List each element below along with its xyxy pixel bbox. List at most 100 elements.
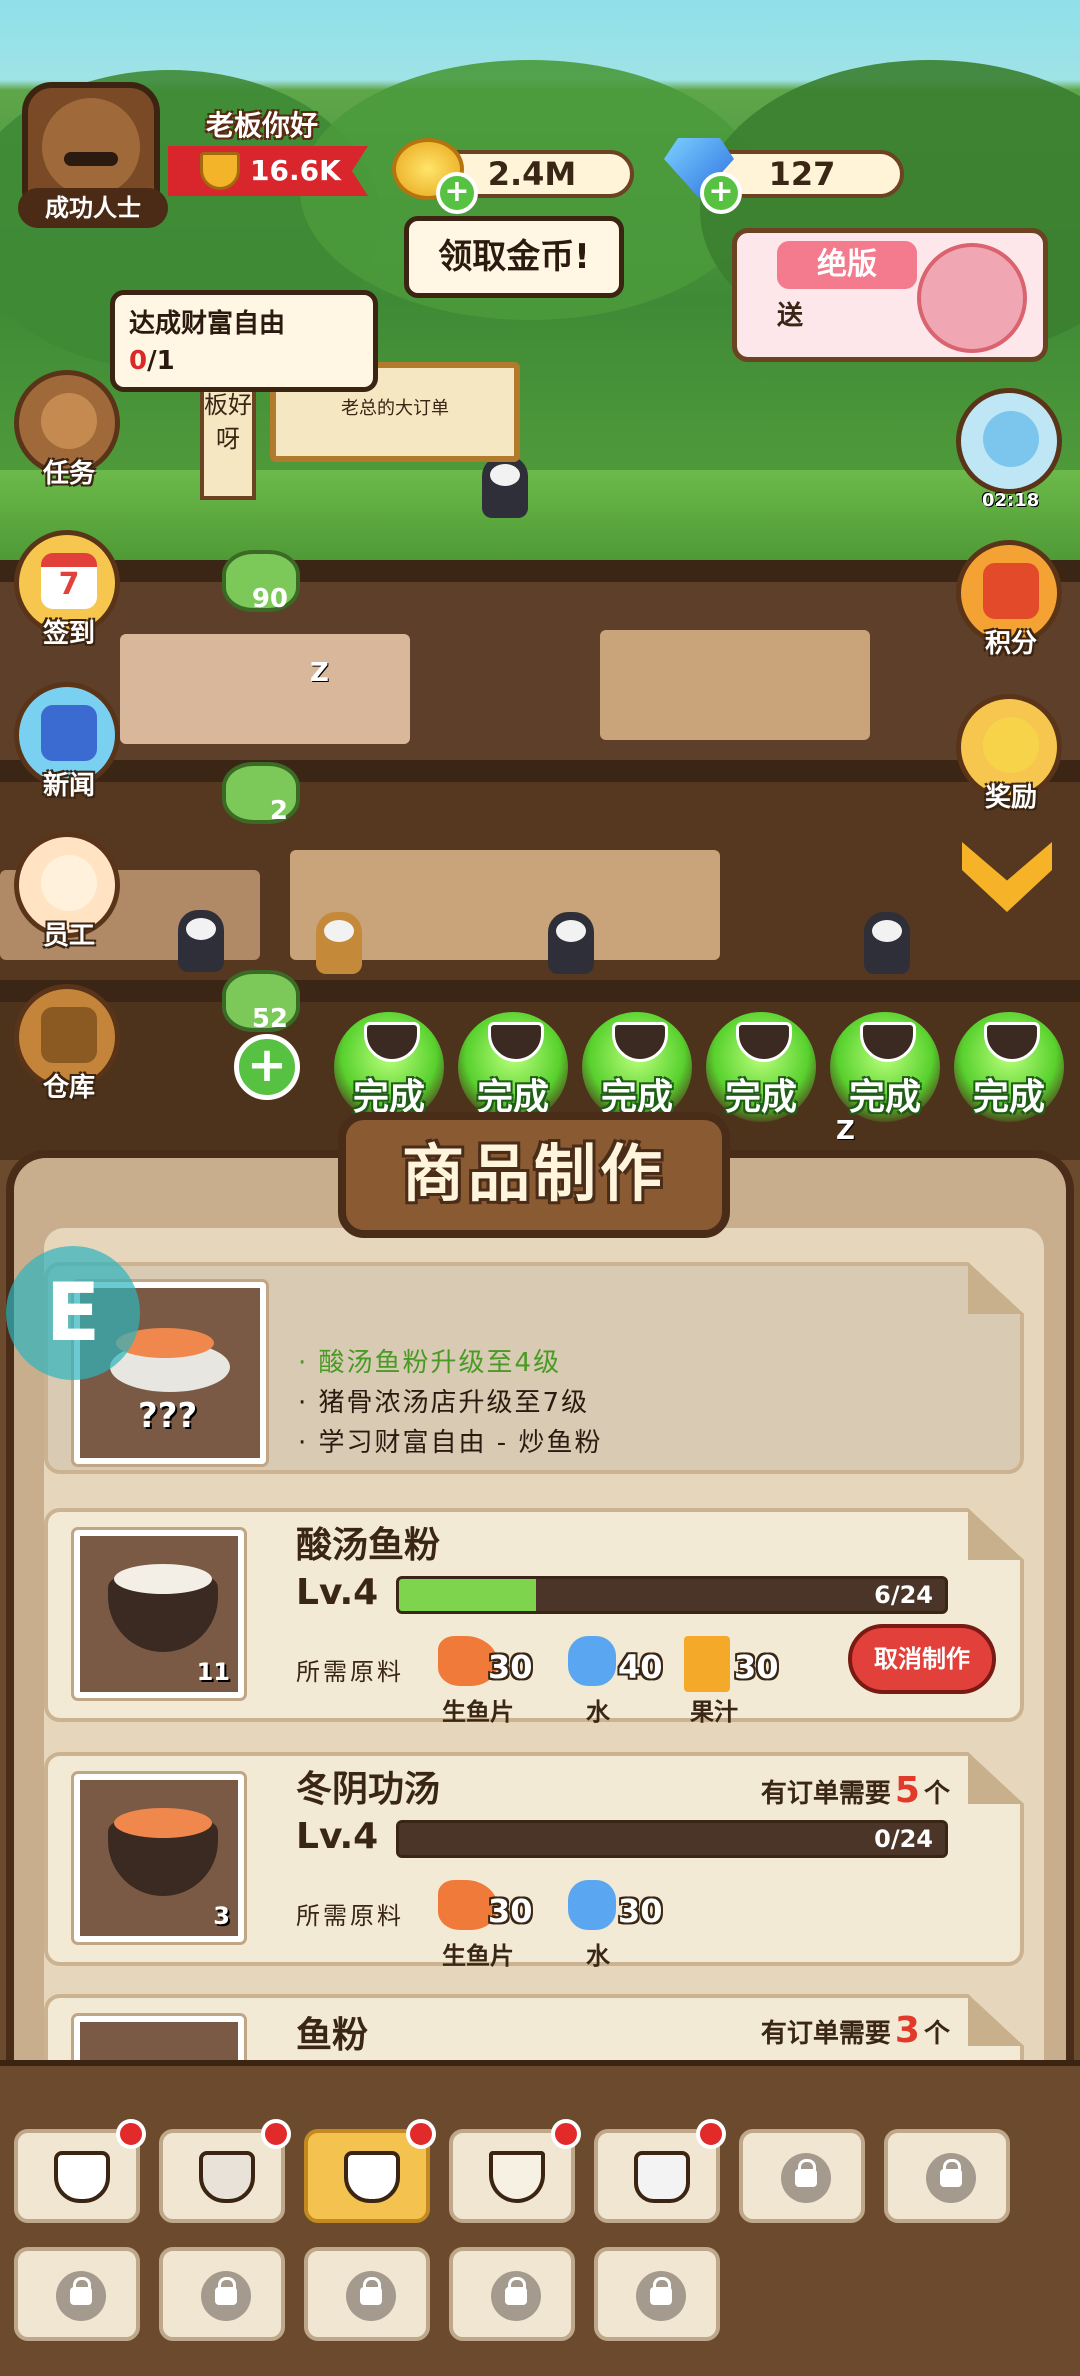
category-tab[interactable] — [594, 2119, 726, 2223]
crystal-ball-icon — [983, 411, 1039, 467]
complete-button[interactable]: 完成 — [830, 1012, 940, 1122]
ingredient-fish-slice: 30 生鱼片 — [438, 1632, 558, 1726]
recipe-name: 鱼粉 — [296, 2015, 369, 2056]
category-tab[interactable] — [739, 2129, 865, 2223]
shop-floor-1[interactable] — [0, 560, 1080, 760]
lock-icon — [346, 2271, 396, 2321]
water-bottle-icon — [568, 1880, 616, 1930]
sushi-icon — [199, 2151, 255, 2203]
complete-button[interactable]: 完成 — [334, 1012, 444, 1122]
notification-dot — [696, 2119, 726, 2149]
task-button[interactable]: 任务 — [14, 370, 120, 489]
quest-tooltip[interactable]: 达成财富自由 0/1 — [110, 290, 378, 392]
points-button[interactable]: 积分 — [956, 540, 1062, 659]
lock-icon — [926, 2153, 976, 2203]
noodle-bowl-icon — [736, 1022, 792, 1062]
category-tab[interactable] — [159, 2119, 291, 2223]
add-gems-button[interactable]: + — [700, 172, 742, 214]
staff-face-icon — [41, 855, 97, 911]
cancel-production-button[interactable]: 取消制作 — [848, 1624, 996, 1694]
ingredient-water: 30 水 — [568, 1876, 688, 1970]
category-tab[interactable] — [449, 2247, 575, 2341]
reward-button[interactable]: 奖励 — [956, 694, 1062, 813]
requirement-line: · 学习财富自由 - 炒鱼粉 — [298, 1428, 603, 1458]
collect-coins-button[interactable]: 领取金币! — [404, 216, 624, 298]
shop-floor-2[interactable] — [0, 760, 1080, 980]
dog-worker[interactable] — [316, 912, 362, 974]
progress-text: 0/24 — [874, 1825, 933, 1853]
category-tab[interactable] — [304, 2247, 430, 2341]
category-tab[interactable] — [449, 2119, 581, 2223]
recipe-progress-bar: 6/24 — [396, 1576, 948, 1614]
recipe-level: Lv.4 — [296, 1816, 379, 1857]
promo-send-label: 送 — [777, 301, 804, 331]
category-tab[interactable] — [884, 2129, 1010, 2223]
cat-worker[interactable] — [548, 912, 594, 974]
locked-recipe-card[interactable]: ??? · 酸汤鱼粉升级至4级 · 猪骨浓汤店升级至7级 · 学习财富自由 - … — [44, 1262, 1024, 1474]
order-requirement: 有订单需要 5 个 — [760, 1770, 950, 1811]
category-tab-bar — [0, 2060, 1080, 2376]
star-medal-icon — [983, 717, 1039, 773]
warehouse-button[interactable]: 仓库 — [14, 984, 120, 1103]
noodle-bowl-icon — [344, 2151, 400, 2203]
stock-count: 11 — [196, 1658, 230, 1686]
recipe-name: 冬阴功汤 — [296, 1769, 441, 1810]
count-bubble[interactable]: 52 — [222, 970, 300, 1034]
recipe-card[interactable]: 11 酸汤鱼粉 Lv.4 6/24 所需原料 30 生鱼片 40 水 30 果汁… — [44, 1508, 1024, 1726]
lock-icon — [56, 2271, 106, 2321]
warehouse-label: 仓库 — [42, 1073, 95, 1103]
category-tab[interactable] — [14, 2119, 146, 2223]
unknown-label: ??? — [138, 1396, 198, 1436]
recipe-name: 酸汤鱼粉 — [296, 1525, 441, 1566]
noodle-bowl-icon — [860, 1022, 916, 1062]
crystal-ball-button[interactable] — [956, 388, 1062, 494]
sleep-indicator: Z — [310, 658, 329, 688]
requirement-line: · 猪骨浓汤店升级至7级 — [298, 1388, 590, 1418]
recipe-card[interactable]: 3 冬阴功汤 有订单需要 5 个 Lv.4 0/24 所需原料 30 生鱼片 30 … — [44, 1752, 1024, 1970]
cat-worker[interactable] — [864, 912, 910, 974]
noodle-bowl-icon — [984, 1022, 1040, 1062]
count-bubble[interactable]: 2 — [222, 762, 300, 826]
category-tab[interactable] — [159, 2247, 285, 2341]
flask-icon — [634, 2151, 690, 2203]
add-order-button[interactable]: + — [234, 1034, 300, 1100]
ingredients-label: 所需原料 — [296, 1658, 404, 1686]
lock-icon — [636, 2271, 686, 2321]
complete-label: 完成 — [848, 1077, 921, 1118]
add-coins-button[interactable]: + — [436, 172, 478, 214]
floating-e-badge[interactable]: E — [6, 1246, 140, 1380]
cat-worker[interactable] — [178, 910, 224, 972]
noodle-bowl-icon — [488, 1022, 544, 1062]
complete-button[interactable]: 完成 — [458, 1012, 568, 1122]
gift-box-icon — [983, 563, 1039, 619]
cat-worker[interactable] — [482, 456, 528, 518]
order-board-label: 老总的大订单 — [341, 398, 449, 419]
category-tab[interactable] — [14, 2247, 140, 2341]
checkin-button[interactable]: 7 签到 — [14, 530, 120, 649]
lock-icon — [781, 2153, 831, 2203]
order-requirement: 有订单需要 3 个 — [760, 2010, 950, 2051]
staff-button[interactable]: 员工 — [14, 832, 120, 951]
complete-button[interactable]: 完成 — [706, 1012, 816, 1122]
complete-label: 完成 — [972, 1077, 1045, 1118]
calendar-icon: 7 — [41, 553, 97, 609]
limited-offer-banner[interactable]: 绝版 送 — [732, 228, 1048, 362]
tom-yum-soup-icon — [108, 1808, 218, 1896]
complete-button[interactable]: 完成 — [582, 1012, 692, 1122]
complete-button[interactable]: 完成 — [954, 1012, 1064, 1122]
stock-count: 3 — [213, 1902, 230, 1930]
panel-title: 商品制作 — [338, 1112, 730, 1238]
sleep-indicator: Z — [836, 1116, 855, 1146]
count-bubble[interactable]: 90 — [222, 550, 300, 614]
coffee-cup-icon — [54, 2151, 110, 2203]
quest-progress: 0/1 — [129, 346, 175, 376]
noodle-bowl-icon — [612, 1022, 668, 1062]
recipe-card[interactable]: 鱼粉 有订单需要 3 个 — [44, 1994, 1024, 2076]
chest-icon — [41, 1007, 97, 1063]
news-button[interactable]: 新闻 — [14, 682, 120, 801]
category-tab[interactable] — [594, 2247, 720, 2341]
greeting-text: 老板你好 — [206, 109, 319, 142]
notification-dot — [551, 2119, 581, 2149]
category-tab[interactable] — [304, 2119, 436, 2223]
water-bottle-icon — [568, 1636, 616, 1686]
